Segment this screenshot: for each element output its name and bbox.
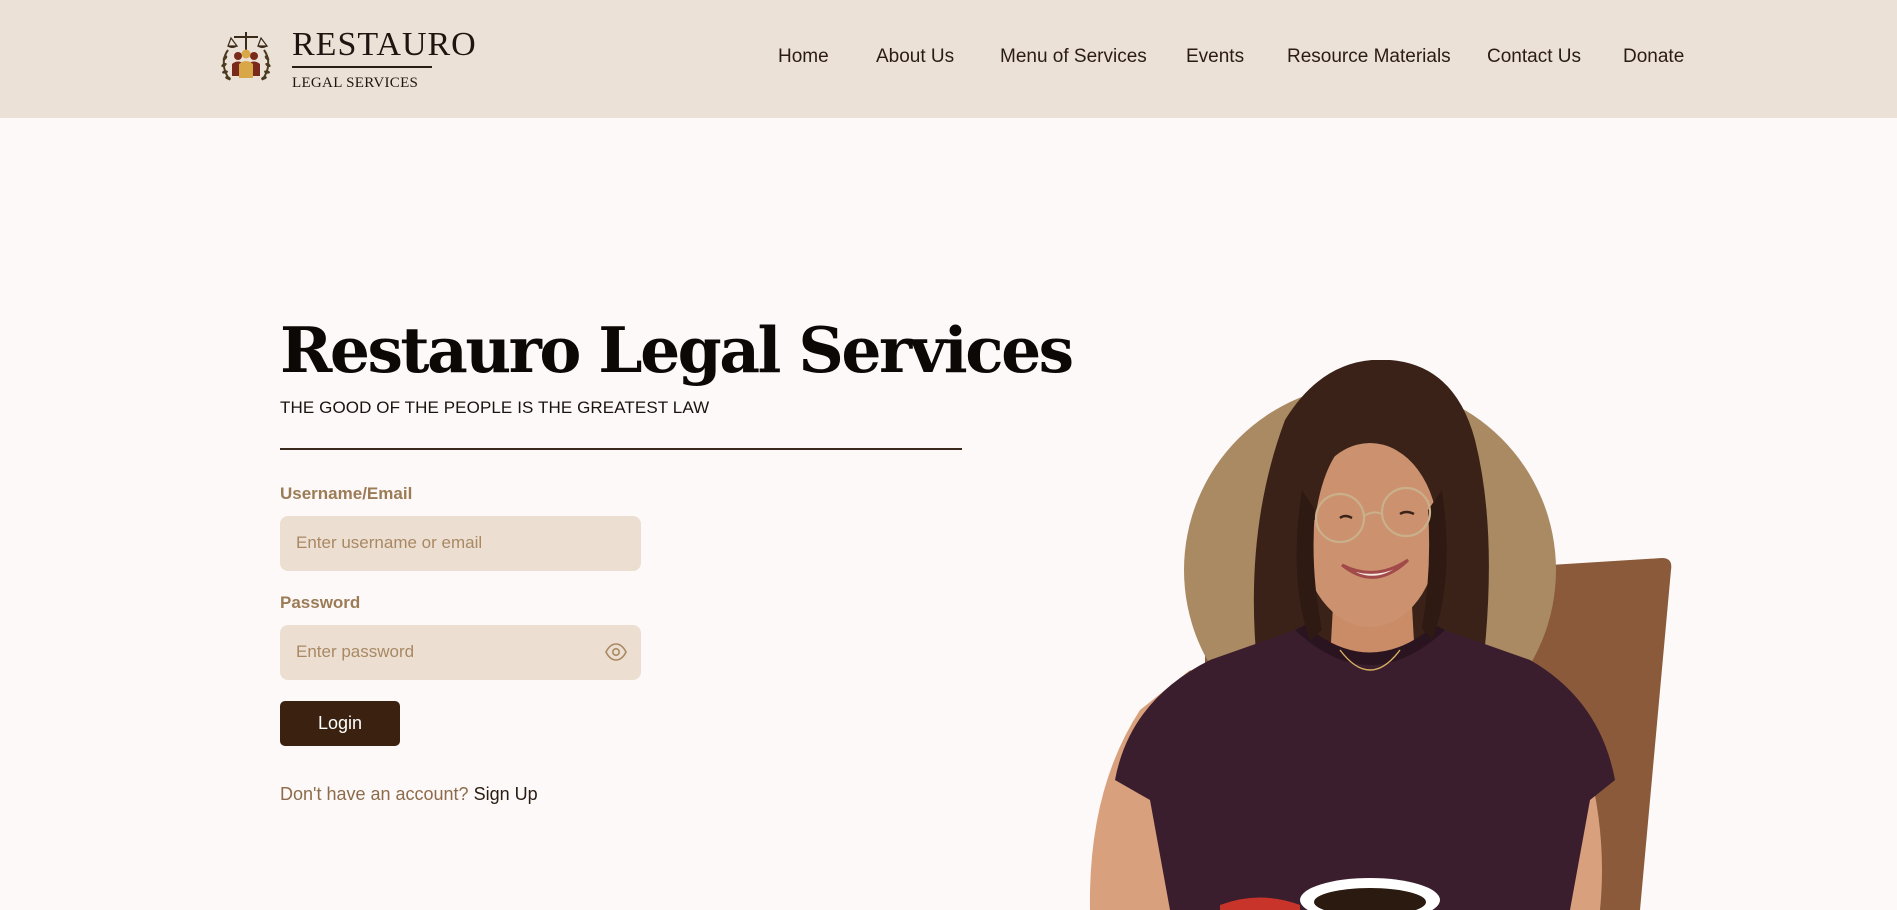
login-form: Username/Email Password Login <box>280 484 1000 746</box>
nav-about-us[interactable]: About Us <box>876 46 954 68</box>
tagline: THE GOOD OF THE PEOPLE IS THE GREATEST L… <box>280 398 710 417</box>
nav-home[interactable]: Home <box>778 46 829 68</box>
site-header: RESTAURO LEGAL SERVICES Home About Us Me… <box>0 0 1897 118</box>
password-label: Password <box>280 592 361 612</box>
main-nav: Home About Us Menu of Services Events Re… <box>0 46 1897 74</box>
purple-top <box>1115 630 1615 910</box>
nav-menu-of-services[interactable]: Menu of Services <box>1000 46 1147 68</box>
login-section: Restauro Legal Services THE GOOD OF THE … <box>280 310 1074 805</box>
nav-events[interactable]: Events <box>1186 46 1244 68</box>
username-label: Username/Email <box>280 483 413 503</box>
brand-subtitle: LEGAL SERVICES <box>292 75 419 91</box>
username-input[interactable] <box>280 515 641 571</box>
signup-prompt: Don't have an account? <box>280 783 469 804</box>
hero-portrait-illustration <box>1089 360 1672 910</box>
eye-icon[interactable] <box>605 642 627 661</box>
signup-link[interactable]: Sign Up <box>474 784 538 804</box>
login-button[interactable]: Login <box>280 700 400 746</box>
password-input[interactable] <box>280 624 641 680</box>
nav-resource-materials[interactable]: Resource Materials <box>1287 46 1451 68</box>
nav-contact-us[interactable]: Contact Us <box>1487 46 1581 68</box>
username-field-wrapper <box>280 515 641 571</box>
nav-donate[interactable]: Donate <box>1623 46 1684 68</box>
signup-prompt-row: Don't have an account? Sign Up <box>280 784 1000 805</box>
page-title: Restauro Legal Services <box>280 313 1074 387</box>
password-field-wrapper <box>280 624 641 680</box>
section-divider <box>280 448 962 450</box>
